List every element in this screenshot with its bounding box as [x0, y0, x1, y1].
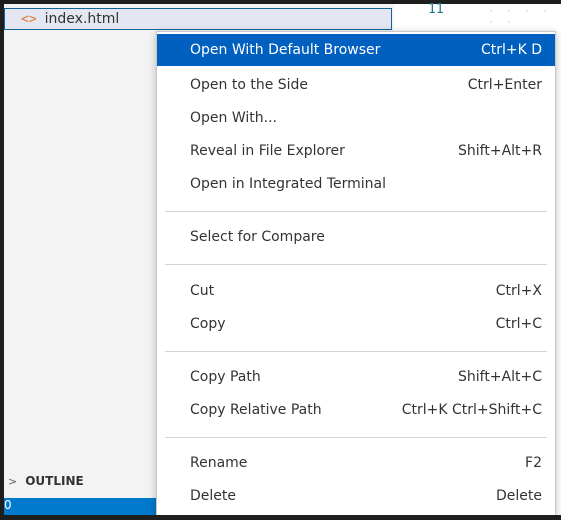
window-frame-bottom: [0, 515, 561, 520]
menu-item-shortcut: Ctrl+Enter: [467, 77, 542, 93]
menu-item-label: Open With...: [190, 110, 277, 126]
menu-item-label: Delete: [190, 488, 236, 504]
menu-item-copy[interactable]: Copy Ctrl+C: [157, 308, 555, 340]
menu-item-shortcut: Ctrl+C: [495, 316, 542, 332]
menu-item-label: Copy: [190, 316, 226, 332]
file-name: index.html: [44, 11, 120, 27]
context-menu: Open With Default Browser Ctrl+K D Open …: [156, 31, 556, 516]
menu-item-open-to-the-side[interactable]: Open to the Side Ctrl+Enter: [157, 69, 555, 101]
outline-label: OUTLINE: [25, 474, 84, 488]
menu-item-shortcut: Shift+Alt+R: [458, 143, 542, 159]
menu-item-delete[interactable]: Delete Delete: [157, 480, 555, 512]
menu-item-label: Rename: [190, 455, 248, 471]
menu-item-open-in-integrated-terminal[interactable]: Open in Integrated Terminal: [157, 168, 555, 200]
menu-item-label: Open in Integrated Terminal: [190, 176, 386, 192]
html-file-icon: <>: [21, 11, 37, 27]
menu-item-shortcut: Ctrl+X: [495, 283, 542, 299]
menu-item-shortcut: Shift+Alt+C: [457, 369, 542, 385]
outline-section-header[interactable]: > OUTLINE: [4, 470, 156, 492]
explorer-file-index-html[interactable]: <> index.html: [4, 8, 392, 30]
menu-item-label: Copy Path: [190, 369, 261, 385]
line-number: 11: [428, 2, 444, 17]
status-bar-text[interactable]: 0: [4, 498, 12, 512]
menu-item-open-with-default-browser[interactable]: Open With Default Browser Ctrl+K D: [157, 34, 555, 66]
menu-item-label: Select for Compare: [190, 229, 325, 245]
menu-item-reveal-in-file-explorer[interactable]: Reveal in File Explorer Shift+Alt+R: [157, 135, 555, 167]
menu-separator: [165, 211, 547, 212]
menu-item-rename[interactable]: Rename F2: [157, 447, 555, 479]
menu-item-label: Reveal in File Explorer: [190, 143, 345, 159]
menu-separator: [165, 437, 547, 438]
menu-item-cut[interactable]: Cut Ctrl+X: [157, 275, 555, 307]
menu-item-shortcut: Ctrl+K Ctrl+Shift+C: [401, 402, 542, 418]
menu-item-label: Copy Relative Path: [190, 402, 322, 418]
menu-item-label: Cut: [190, 283, 215, 299]
menu-item-label: Open to the Side: [190, 77, 309, 93]
menu-item-open-with[interactable]: Open With...: [157, 102, 555, 134]
chevron-right-icon: >: [8, 474, 18, 488]
menu-item-shortcut: F2: [525, 455, 542, 471]
menu-item-shortcut: Ctrl+K D: [480, 42, 542, 58]
menu-item-select-for-compare[interactable]: Select for Compare: [157, 221, 555, 253]
menu-item-copy-relative-path[interactable]: Copy Relative Path Ctrl+K Ctrl+Shift+C: [157, 394, 555, 426]
menu-item-copy-path[interactable]: Copy Path Shift+Alt+C: [157, 361, 555, 393]
whitespace-markers: · · · · · ·: [488, 6, 552, 28]
menu-item-shortcut: Delete: [496, 488, 542, 504]
menu-item-label: Open With Default Browser: [190, 42, 381, 58]
menu-separator: [165, 351, 547, 352]
menu-separator: [165, 264, 547, 265]
status-bar: 0: [4, 498, 156, 515]
